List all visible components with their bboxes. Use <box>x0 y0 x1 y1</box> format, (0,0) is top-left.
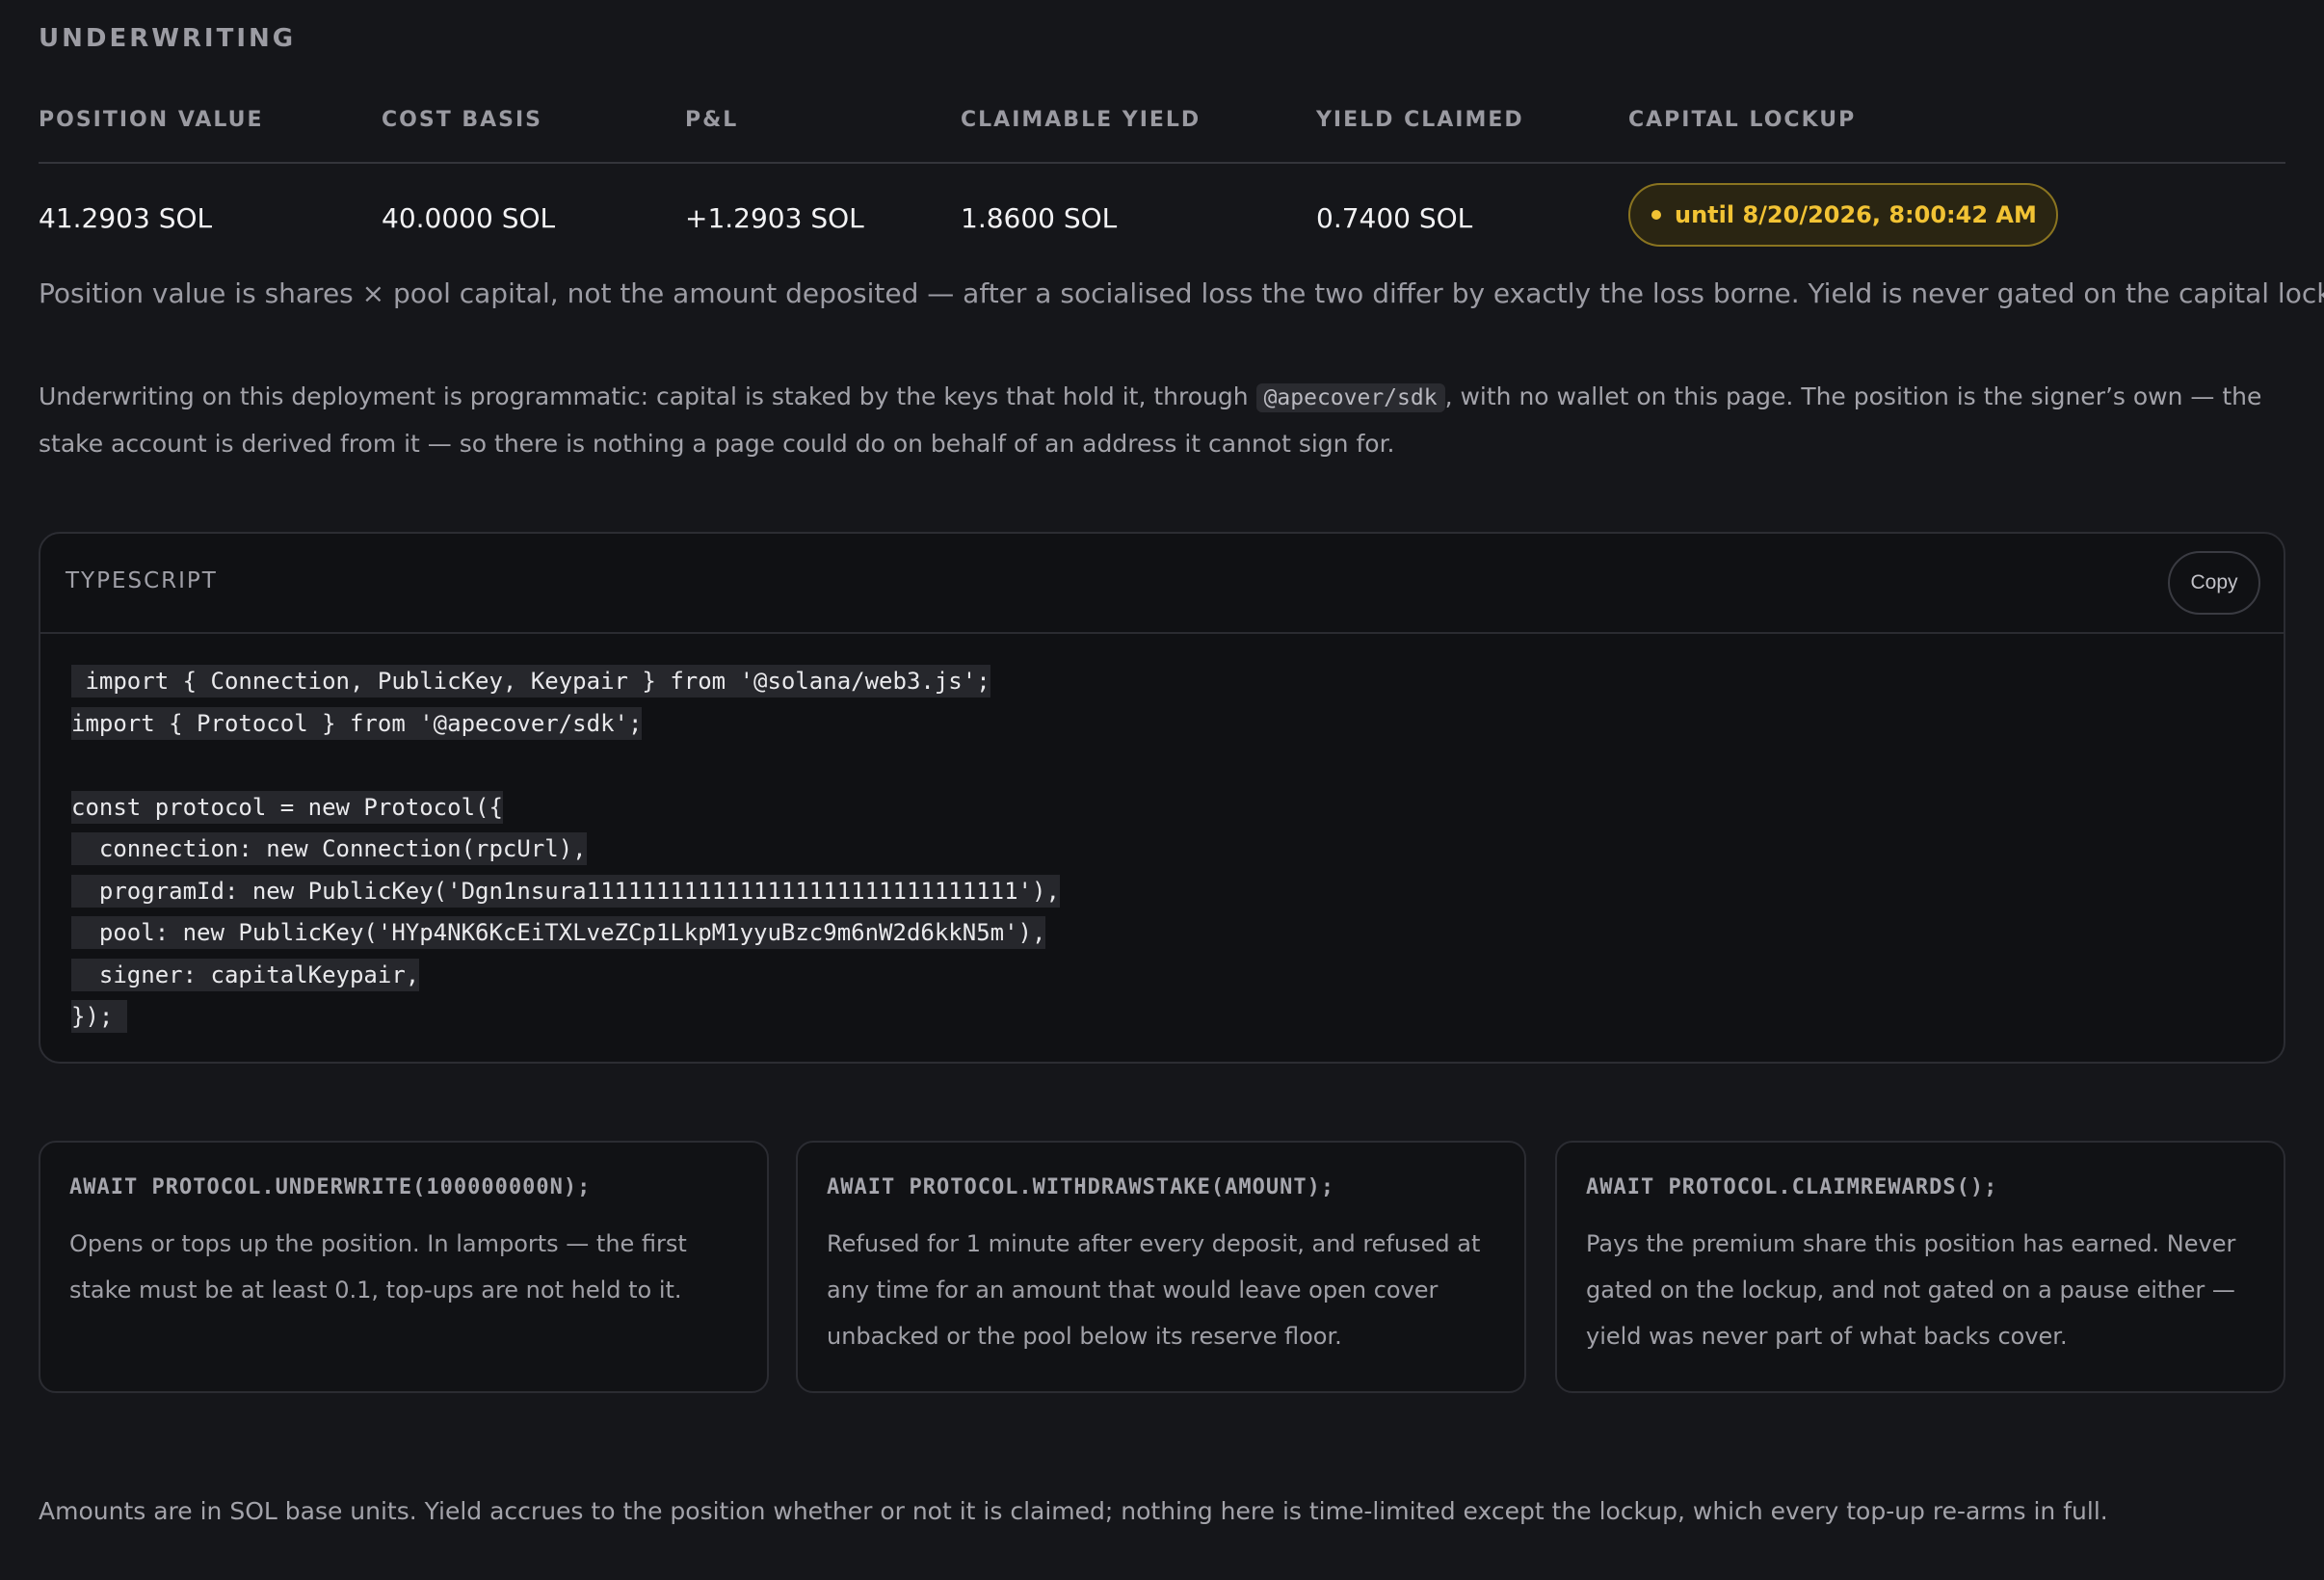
stats-value-row: 41.2903 SOL 40.0000 SOL +1.2903 SOL 1.86… <box>39 183 2285 256</box>
header-yield-claimed: YIELD CLAIMED <box>1316 108 1524 132</box>
method-card-withdraw-stake: AWAIT PROTOCOL.WITHDRAWSTAKE(AMOUNT); Re… <box>796 1141 1526 1393</box>
code-line-text: connection: new Connection(rpcUrl), <box>71 832 587 865</box>
card-description: Pays the premium share this position has… <box>1586 1230 2236 1350</box>
stats-header-row: POSITION VALUE COST BASIS P&L CLAIMABLE … <box>39 108 2285 164</box>
method-cards: AWAIT PROTOCOL.UNDERWRITE(100000000N); O… <box>39 1141 2285 1393</box>
intro-text-before: Underwriting on this deployment is progr… <box>39 382 1256 410</box>
code-block: TYPESCRIPT Copy import { Connection, Pub… <box>39 532 2285 1064</box>
header-pnl: P&L <box>685 108 739 132</box>
code-line-text: import { Protocol } from '@apecover/sdk'… <box>71 706 643 740</box>
card-title: AWAIT PROTOCOL.UNDERWRITE(100000000N); <box>69 1175 592 1199</box>
header-capital-lockup: CAPITAL LOCKUP <box>1628 108 1857 132</box>
method-card-claim-rewards: AWAIT PROTOCOL.CLAIMREWARDS(); Pays the … <box>1555 1141 2285 1393</box>
pnl-value: +1.2903 SOL <box>685 202 864 234</box>
header-cost-basis: COST BASIS <box>382 108 543 132</box>
code-body: import { Connection, PublicKey, Keypair … <box>40 634 2284 1039</box>
header-position-value: POSITION VALUE <box>39 108 264 132</box>
position-value: 41.2903 SOL <box>39 202 213 234</box>
intro-paragraph: Underwriting on this deployment is progr… <box>39 374 2284 467</box>
code-line: const protocol = new Protocol({ <box>71 787 2284 830</box>
underwriting-page: UNDERWRITING POSITION VALUE COST BASIS P… <box>0 0 2324 1580</box>
status-dot-icon <box>1651 210 1661 220</box>
code-line-text: signer: capitalKeypair, <box>71 958 420 991</box>
header-claimable-yield: CLAIMABLE YIELD <box>961 108 1202 132</box>
claimable-yield: 1.8600 SOL <box>961 202 1118 234</box>
code-line: pool: new PublicKey('HYp4NK6KcEiTXLveZCp… <box>71 912 2284 955</box>
capital-lockup-text: until 8/20/2026, 8:00:42 AM <box>1675 201 2037 228</box>
code-line: connection: new Connection(rpcUrl), <box>71 829 2284 871</box>
code-line-text: const protocol = new Protocol({ <box>71 790 503 824</box>
cost-basis: 40.0000 SOL <box>382 202 556 234</box>
code-block-header: TYPESCRIPT Copy <box>40 534 2284 634</box>
code-line-text: programId: new PublicKey('Dgn1nsura11111… <box>71 874 1060 908</box>
method-card-underwrite: AWAIT PROTOCOL.UNDERWRITE(100000000N); O… <box>39 1141 769 1393</box>
code-line: }); <box>71 996 2284 1039</box>
code-line-text: import { Connection, PublicKey, Keypair … <box>71 665 990 698</box>
card-title: AWAIT PROTOCOL.CLAIMREWARDS(); <box>1586 1175 1998 1199</box>
code-line: programId: new PublicKey('Dgn1nsura11111… <box>71 871 2284 913</box>
code-line: import { Connection, PublicKey, Keypair … <box>71 661 2284 703</box>
card-title: AWAIT PROTOCOL.WITHDRAWSTAKE(AMOUNT); <box>827 1175 1335 1199</box>
code-line: signer: capitalKeypair, <box>71 955 2284 997</box>
copy-button[interactable]: Copy <box>2168 551 2260 615</box>
sdk-inline-code: @apecover/sdk <box>1255 383 1445 412</box>
code-language-label: TYPESCRIPT <box>66 568 218 593</box>
card-description: Refused for 1 minute after every deposit… <box>827 1230 1481 1350</box>
code-line-text: }); <box>71 1000 127 1033</box>
section-title: UNDERWRITING <box>39 24 297 53</box>
footer-note: Amounts are in SOL base units. Yield acc… <box>39 1497 2108 1525</box>
code-line: import { Protocol } from '@apecover/sdk'… <box>71 703 2284 746</box>
capital-lockup-badge: until 8/20/2026, 8:00:42 AM <box>1628 183 2058 247</box>
code-line-text: pool: new PublicKey('HYp4NK6KcEiTXLveZCp… <box>71 916 1046 949</box>
position-value-note: Position value is shares × pool capital,… <box>39 277 2324 309</box>
yield-claimed: 0.7400 SOL <box>1316 202 1473 234</box>
card-description: Opens or tops up the position. In lampor… <box>69 1230 687 1304</box>
